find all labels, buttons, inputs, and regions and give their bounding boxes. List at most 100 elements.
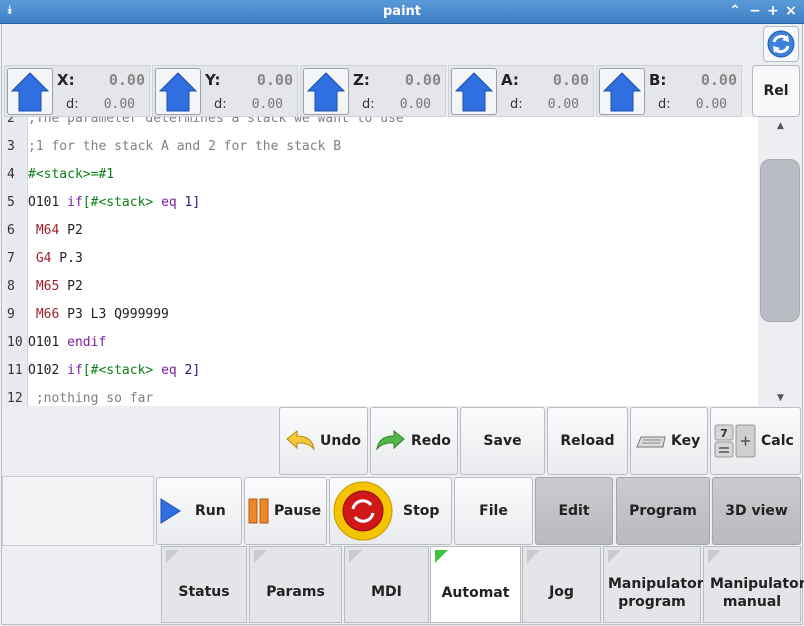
axis-x-value: 0.00 xyxy=(108,71,145,89)
tab-jog[interactable]: Jog xyxy=(522,546,601,623)
line-number: 9 xyxy=(7,307,15,322)
axis-y-d-value: 0.00 xyxy=(251,97,283,112)
home-icon xyxy=(158,72,198,112)
home-y-button[interactable] xyxy=(155,68,201,115)
code-line[interactable]: 11 O102 if[#<stack> eq 2] xyxy=(4,357,758,385)
axis-b-value: 0.00 xyxy=(700,71,737,89)
axis-b-d-value: 0.00 xyxy=(695,97,727,112)
scrollbar-thumb[interactable] xyxy=(760,159,800,322)
code-line[interactable]: 10 O101 endif xyxy=(4,329,758,357)
refresh-icon xyxy=(767,30,795,58)
axis-y-label: Y: xyxy=(205,71,221,89)
code-line[interactable]: 6 M64 P2 xyxy=(4,217,758,245)
tab-marker-icon xyxy=(708,550,721,563)
key-label: Key xyxy=(671,433,701,449)
run-button[interactable]: Run xyxy=(156,477,242,545)
keyboard-button[interactable]: Key xyxy=(630,407,708,475)
home-z-button[interactable] xyxy=(303,68,349,115)
tab-mdi[interactable]: MDI xyxy=(344,546,429,623)
tab-active-marker-icon xyxy=(435,550,448,563)
code-token: G4 xyxy=(28,251,52,266)
axis-x-label: X: xyxy=(57,71,75,89)
calc-label: Calc xyxy=(761,433,794,449)
tab-params[interactable]: Params xyxy=(249,546,342,623)
code-token: P.3 xyxy=(51,251,83,266)
code-line[interactable]: 5 O101 if[#<stack> eq 1] xyxy=(4,189,758,217)
gcode-editor[interactable]: 2 ;The parameter determines a stack we wa… xyxy=(4,117,758,406)
code-line[interactable]: 3 ;1 for the stack A and 2 for the stack … xyxy=(4,133,758,161)
code-token: P2 xyxy=(59,279,83,294)
refresh-button[interactable] xyxy=(763,26,799,62)
axis-b-d-label: d: xyxy=(658,97,671,112)
line-code: ;1 for the stack A and 2 for the stack B xyxy=(28,133,341,161)
rel-button[interactable]: Rel xyxy=(752,65,800,117)
pause-button[interactable]: Pause xyxy=(244,477,327,545)
tab-manipulator-manual[interactable]: Manipulator manual xyxy=(703,546,804,623)
home-x-button[interactable] xyxy=(7,68,53,115)
file-button[interactable]: File xyxy=(454,477,533,545)
redo-label: Redo xyxy=(411,433,451,449)
code-token: endif xyxy=(67,335,107,350)
keyboard-icon xyxy=(636,436,666,448)
edit-button[interactable]: Edit xyxy=(535,477,613,545)
code-line[interactable]: 9 M66 P3 L3 Q999999 xyxy=(4,301,758,329)
axis-a-d-value: 0.00 xyxy=(547,97,579,112)
emergency-stop-icon xyxy=(333,481,393,541)
code-line[interactable]: 4 #<stack>=#1 xyxy=(4,161,758,189)
tab-marker-icon xyxy=(527,550,540,563)
tab-manipulator-program-label: Manipulator program xyxy=(608,576,704,610)
reload-button[interactable]: Reload xyxy=(547,407,628,475)
code-token: if xyxy=(67,363,83,378)
minimize-window-icon[interactable]: − xyxy=(747,3,763,19)
3d-view-label: 3D view xyxy=(725,503,788,519)
code-token: ;1 for the stack A and 2 for the stack B xyxy=(28,139,342,154)
home-icon xyxy=(306,72,346,112)
code-line[interactable]: 2 ;The parameter determines a stack we wa… xyxy=(4,117,758,133)
program-button[interactable]: Program xyxy=(616,477,710,545)
redo-button[interactable]: Redo xyxy=(370,407,458,475)
code-line[interactable]: 8 M65 P2 xyxy=(4,273,758,301)
tab-manipulator-manual-label: Manipulator manual xyxy=(710,576,804,610)
home-a-button[interactable] xyxy=(451,68,497,115)
maximize-window-icon[interactable]: + xyxy=(765,3,781,19)
axis-z-label: Z: xyxy=(353,71,370,89)
line-code: G4 P.3 xyxy=(28,245,83,273)
line-number: 4 xyxy=(7,167,15,182)
undo-label: Undo xyxy=(320,433,361,449)
line-number: 11 xyxy=(7,363,23,378)
line-number: 10 xyxy=(7,335,23,350)
3d-view-button[interactable]: 3D view xyxy=(712,477,801,545)
shade-window-icon[interactable]: ⌃ xyxy=(727,3,743,19)
stop-button[interactable]: Stop xyxy=(329,477,452,545)
code-token: eq xyxy=(161,195,177,210)
pause-label: Pause xyxy=(274,503,322,519)
calc-button[interactable]: 7 Calc xyxy=(710,407,801,475)
axis-z: Z: 0.00 d: 0.00 xyxy=(300,65,446,117)
tab-status[interactable]: Status xyxy=(161,546,247,623)
axis-a: A: 0.00 d: 0.00 xyxy=(448,65,594,117)
window-title: paint xyxy=(382,4,421,19)
line-code: O101 if[#<stack> eq 1] xyxy=(28,189,200,217)
code-token: if xyxy=(67,195,83,210)
edit-label: Edit xyxy=(558,503,590,519)
tab-marker-icon xyxy=(349,550,362,563)
code-token: [#<stack> xyxy=(82,363,162,378)
code-token: M66 xyxy=(28,307,60,322)
line-number: 2 xyxy=(7,117,15,126)
run-label: Run xyxy=(195,503,226,519)
axis-a-label: A: xyxy=(501,71,519,89)
editor-scrollbar[interactable]: ▲ ▼ xyxy=(759,117,802,406)
code-line[interactable]: 12 ;nothing so far xyxy=(4,385,758,406)
code-token: O101 xyxy=(28,335,68,350)
close-window-icon[interactable]: × xyxy=(783,3,799,19)
line-number: 5 xyxy=(7,195,15,210)
scroll-down-icon[interactable]: ▼ xyxy=(759,393,802,403)
code-line[interactable]: 7 G4 P.3 xyxy=(4,245,758,273)
tab-manipulator-program[interactable]: Manipulator program xyxy=(603,546,704,623)
save-button[interactable]: Save xyxy=(460,407,545,475)
home-b-button[interactable] xyxy=(599,68,645,115)
run-toolbar-spacer xyxy=(2,476,154,546)
scroll-up-icon[interactable]: ▲ xyxy=(759,121,802,131)
undo-button[interactable]: Undo xyxy=(279,407,368,475)
tab-automat[interactable]: Automat xyxy=(430,546,521,623)
